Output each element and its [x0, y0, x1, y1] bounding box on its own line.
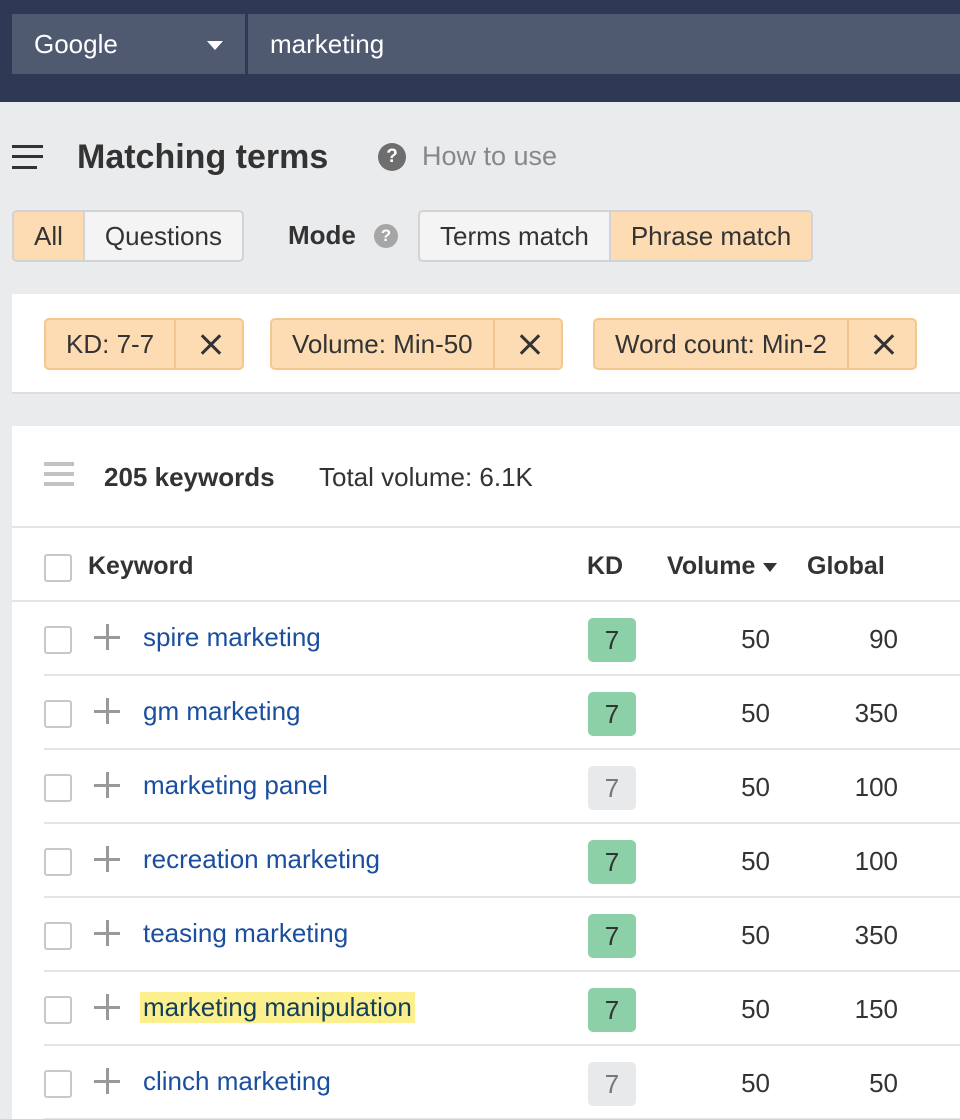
table-row: marketing manipulation 7 50 150 [44, 972, 960, 1046]
filter-chip-kd: KD: 7-7 [44, 318, 245, 370]
table-header: Keyword KD Volume Global [12, 528, 960, 602]
global-volume-value: 150 [854, 994, 898, 1024]
match-mode-toggle: Terms match Phrase match [418, 210, 814, 262]
keyword-type-tabs: All Questions [12, 210, 244, 262]
top-search-bar: Google [0, 0, 960, 102]
table-row: marketing panel 7 50 100 [44, 750, 960, 824]
global-volume-value: 350 [854, 698, 898, 728]
global-volume-value: 50 [869, 1068, 898, 1098]
keyword-link[interactable]: spire marketing [140, 622, 324, 653]
keyword-link[interactable]: gm marketing [140, 696, 304, 727]
table-row: spire marketing 7 50 90 [44, 602, 960, 676]
volume-value: 50 [741, 920, 770, 950]
keyword-link[interactable]: clinch marketing [140, 1066, 334, 1097]
keyword-search-input[interactable] [248, 14, 960, 74]
kd-badge: 7 [588, 988, 636, 1032]
table-row: teasing marketing 7 50 350 [44, 898, 960, 972]
volume-value: 50 [741, 994, 770, 1024]
question-circle-icon[interactable]: ? [378, 143, 406, 171]
add-to-list-icon[interactable] [94, 920, 120, 946]
add-to-list-icon[interactable] [94, 698, 120, 724]
volume-value: 50 [741, 772, 770, 802]
tab-questions[interactable]: Questions [82, 212, 242, 260]
menu-icon[interactable] [12, 145, 43, 169]
how-to-use-link[interactable]: How to use [422, 141, 557, 172]
row-checkbox[interactable] [44, 700, 72, 728]
add-to-list-icon[interactable] [94, 624, 120, 650]
page-title: Matching terms [77, 138, 329, 176]
kd-badge: 7 [588, 766, 636, 810]
global-volume-value: 90 [869, 624, 898, 654]
global-volume-value: 350 [854, 920, 898, 950]
terms-match-option[interactable]: Terms match [420, 212, 609, 260]
table-row: gm marketing 7 50 350 [44, 676, 960, 750]
volume-value: 50 [741, 1068, 770, 1098]
column-global[interactable]: Global [807, 552, 885, 581]
columns-menu-icon[interactable] [44, 462, 74, 486]
title-row: Matching terms ? How to use [0, 128, 960, 188]
keyword-link[interactable]: marketing manipulation [140, 992, 415, 1023]
kd-badge: 7 [588, 692, 636, 736]
filter-chip-volume: Volume: Min-50 [270, 318, 563, 370]
table-row: recreation marketing 7 50 100 [44, 824, 960, 898]
kd-badge: 7 [588, 840, 636, 884]
volume-value: 50 [741, 698, 770, 728]
add-to-list-icon[interactable] [94, 772, 120, 798]
global-volume-value: 100 [854, 772, 898, 802]
column-volume-label: Volume [667, 552, 756, 580]
results-panel: 205 keywords Total volume: 6.1K Keyword … [12, 426, 960, 1119]
row-checkbox[interactable] [44, 996, 72, 1024]
sort-desc-icon [763, 562, 778, 572]
kd-badge: 7 [588, 618, 636, 662]
kd-badge: 7 [588, 914, 636, 958]
volume-value: 50 [741, 846, 770, 876]
filter-chip-label[interactable]: Word count: Min-2 [595, 320, 847, 368]
filter-chip-label[interactable]: Volume: Min-50 [272, 320, 493, 368]
active-filters-panel: KD: 7-7 Volume: Min-50 Word count: Min-2 [12, 294, 960, 394]
caret-down-icon [207, 41, 223, 50]
row-checkbox[interactable] [44, 626, 72, 654]
keyword-count: 205 keywords [104, 462, 275, 492]
volume-value: 50 [741, 624, 770, 654]
keyword-link[interactable]: recreation marketing [140, 844, 383, 875]
add-to-list-icon[interactable] [94, 1068, 120, 1094]
row-checkbox[interactable] [44, 922, 72, 950]
table-row: clinch marketing 7 50 50 [44, 1046, 960, 1119]
search-engine-select[interactable]: Google [12, 14, 245, 74]
row-checkbox[interactable] [44, 848, 72, 876]
results-summary: 205 keywords Total volume: 6.1K [12, 426, 960, 528]
tab-all[interactable]: All [14, 212, 83, 260]
global-volume-value: 100 [854, 846, 898, 876]
filter-chip-word-count: Word count: Min-2 [593, 318, 917, 370]
keyword-link[interactable]: teasing marketing [140, 918, 351, 949]
keyword-link[interactable]: marketing panel [140, 770, 331, 801]
add-to-list-icon[interactable] [94, 994, 120, 1020]
row-checkbox[interactable] [44, 774, 72, 802]
total-volume: Total volume: 6.1K [319, 462, 533, 492]
close-icon[interactable] [174, 320, 242, 368]
filter-chip-label[interactable]: KD: 7-7 [46, 320, 174, 368]
kd-badge: 7 [588, 1062, 636, 1106]
column-volume[interactable]: Volume [667, 552, 778, 581]
mode-label: Mode [288, 220, 356, 250]
close-icon[interactable] [492, 320, 561, 368]
column-keyword[interactable]: Keyword [88, 552, 194, 581]
search-engine-value: Google [34, 29, 118, 59]
select-all-checkbox[interactable] [44, 554, 72, 582]
row-checkbox[interactable] [44, 1070, 72, 1098]
close-icon[interactable] [846, 320, 915, 368]
column-kd[interactable]: KD [587, 552, 623, 581]
add-to-list-icon[interactable] [94, 846, 120, 872]
mode-help-icon[interactable]: ? [374, 224, 398, 248]
phrase-match-option[interactable]: Phrase match [608, 212, 812, 260]
